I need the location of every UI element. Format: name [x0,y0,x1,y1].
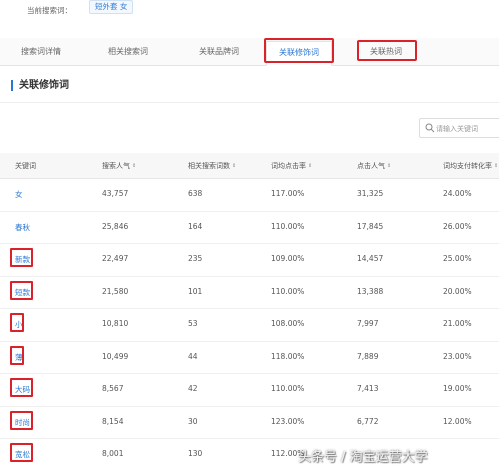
keyword-link[interactable]: 短款 [15,287,30,298]
avg-ctr-cell: 108.00% [271,319,305,328]
header-click-popularity[interactable]: 点击人气 ⇕ [357,161,391,171]
search-popularity-cell: 25,846 [102,221,129,231]
tab-related-search[interactable]: 相关搜索词 [84,41,172,63]
watermark-text: 头条号 / 淘宝运营大学 [298,450,428,465]
related-count-cell: 101 [188,286,203,296]
search-popularity-cell: 43,757 [102,189,129,198]
section-title: 关联修饰词 [11,80,69,91]
header-keyword: 关键词 [15,162,36,170]
avg-ctr-cell: 110.00% [271,384,305,393]
search-popularity-cell: 21,580 [102,286,129,296]
current-search-bar: 当前搜索词： 短外套 女 [0,0,499,32]
table-row: 新款 22,497 235 109.00% 14,457 25.00% [0,244,499,277]
related-count-cell: 53 [188,319,198,328]
sort-icon[interactable]: ⇕ [387,163,391,169]
keyword-link[interactable]: 新款 [15,254,30,265]
table-row: 薄 10,499 44 118.00% 7,889 23.00% [0,342,499,374]
search-popularity-cell: 22,497 [102,254,129,263]
avg-ctr-cell: 123.00% [271,416,305,426]
header-related-count[interactable]: 相关搜索词数 ⇕ [188,161,236,171]
keyword-link[interactable]: 春秋 [15,222,30,233]
sort-icon[interactable]: ⇕ [308,163,312,169]
current-search-tag[interactable]: 短外套 女 [89,0,134,14]
related-count-cell: 164 [188,221,203,231]
tab-related-brand[interactable]: 关联品牌词 [176,41,262,63]
keyword-link[interactable]: 宽松 [15,449,30,460]
highlight-box-modifier-tab [264,38,334,63]
related-count-cell: 235 [188,254,203,263]
avg-conversion-cell: 24.00% [443,189,472,198]
table-header: 关键词 搜索人气 ⇕ 相关搜索词数 ⇕ 词均点击率 ⇕ 点击人气 ⇕ 词均支付转化率 ⇕ [0,153,499,179]
related-count-cell: 638 [188,189,203,198]
click-popularity-cell: 17,845 [357,221,384,231]
search-popularity-cell: 10,499 [102,351,129,361]
related-count-cell: 42 [188,384,198,393]
keyword-link[interactable]: 小 [15,319,23,330]
keyword-link[interactable]: 时尚 [15,417,30,428]
avg-conversion-cell: 12.00% [443,416,472,426]
sort-icon[interactable]: ⇕ [132,163,136,169]
table-row: 短款 21,580 101 110.00% 13,388 20.00% [0,277,499,309]
search-popularity-cell: 8,567 [102,384,124,393]
table-row: 春秋 25,846 164 110.00% 17,845 26.00% [0,212,499,244]
search-icon [425,123,435,133]
avg-conversion-cell: 20.00% [443,286,472,296]
avg-ctr-cell: 118.00% [271,351,305,361]
header-avg-conversion[interactable]: 词均支付转化率 ⇕ [443,161,498,171]
click-popularity-cell: 13,388 [357,286,384,296]
avg-conversion-cell: 25.00% [443,254,472,263]
tab-search-detail[interactable]: 搜索词详情 [0,41,82,63]
avg-ctr-cell: 110.00% [271,221,305,231]
related-count-cell: 30 [188,416,198,426]
tab-bar: 搜索词详情 相关搜索词 关联品牌词 关联修饰词 关联热词 [0,38,499,66]
avg-ctr-cell: 110.00% [271,286,305,296]
modifier-table: 关键词 搜索人气 ⇕ 相关搜索词数 ⇕ 词均点击率 ⇕ 点击人气 ⇕ 词均支付转化率 ⇕ … [0,153,499,470]
sort-icon[interactable]: ⇕ [232,163,236,169]
keyword-link[interactable]: 女 [15,189,23,200]
avg-ctr-cell: 117.00% [271,189,305,198]
divider [0,102,499,103]
click-popularity-cell: 31,325 [357,189,384,198]
highlight-box-hot-tab [357,40,417,61]
sort-icon[interactable]: ⇕ [494,163,498,169]
table-row: 小 10,810 53 108.00% 7,997 21.00% [0,309,499,342]
click-popularity-cell: 6,772 [357,416,379,426]
table-row: 女 43,757 638 117.00% 31,325 24.00% [0,179,499,212]
avg-conversion-cell: 21.00% [443,319,472,328]
header-avg-ctr[interactable]: 词均点击率 ⇕ [271,161,312,171]
avg-conversion-cell: 26.00% [443,221,472,231]
avg-ctr-cell: 109.00% [271,254,305,263]
related-count-cell: 130 [188,449,203,458]
search-popularity-cell: 8,001 [102,449,124,458]
related-count-cell: 44 [188,351,198,361]
keyword-link[interactable]: 薄 [15,352,23,363]
search-popularity-cell: 8,154 [102,416,124,426]
table-row: 时尚 8,154 30 123.00% 6,772 12.00% [0,407,499,439]
click-popularity-cell: 7,413 [357,384,379,393]
keyword-search-box[interactable] [419,118,499,138]
keyword-search-input[interactable] [436,122,499,135]
table-row: 大码 8,567 42 110.00% 7,413 19.00% [0,374,499,407]
current-search-label: 当前搜索词： [27,6,72,15]
keyword-link[interactable]: 大码 [15,384,30,395]
avg-conversion-cell: 19.00% [443,384,472,393]
click-popularity-cell: 7,889 [357,351,379,361]
click-popularity-cell: 14,457 [357,254,384,263]
avg-conversion-cell: 23.00% [443,351,472,361]
click-popularity-cell: 7,997 [357,319,379,328]
search-popularity-cell: 10,810 [102,319,129,328]
header-search-popularity[interactable]: 搜索人气 ⇕ [102,161,136,171]
